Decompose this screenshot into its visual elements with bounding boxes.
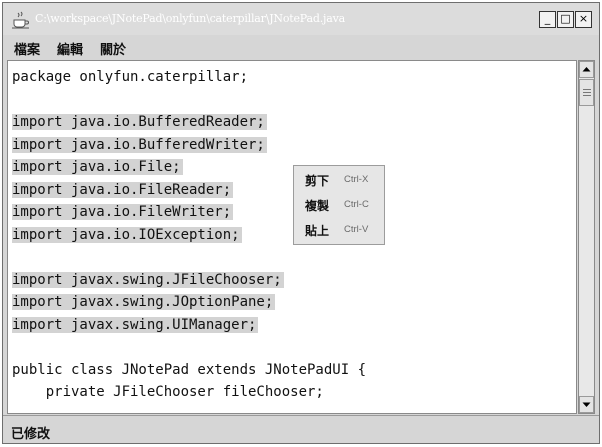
maximize-button[interactable]: □ [557,11,574,28]
code-line-text: package onlyfun.caterpillar; [12,69,249,85]
menu-item-shortcut: Ctrl-V [344,224,369,235]
grip-line [583,92,591,93]
status-text: 已修改 [11,427,51,442]
code-line[interactable] [12,89,368,112]
title-bar[interactable]: C:\workspace\JNotePad\onlyfun\caterpilla… [3,3,599,35]
code-line-text: import java.io.IOException; [12,226,242,243]
grip-line [583,89,591,90]
code-line[interactable]: import java.io.BufferedReader; [12,111,368,134]
java-cup-icon [12,11,29,29]
code-line-text: import java.io.FileWriter; [12,204,234,220]
code-line-text: private JFileChooser fileChooser; [12,384,324,400]
close-button[interactable]: × [575,11,592,28]
text-editor[interactable]: package onlyfun.caterpillar; import java.… [7,60,577,414]
arrow-down-icon [582,402,591,407]
grip-line [583,95,591,96]
scroll-up-button[interactable] [579,61,594,78]
code-line-text: import java.io.BufferedReader; [12,114,267,130]
scroll-down-button[interactable] [579,396,594,413]
minimize-button[interactable]: _ [539,11,556,28]
menu-file[interactable]: 檔案 [14,39,40,58]
context-menu-copy[interactable]: 複製 Ctrl-C [294,193,384,217]
context-menu-paste[interactable]: 貼上 Ctrl-V [294,218,384,242]
vertical-scrollbar[interactable] [578,60,595,414]
context-menu-cut[interactable]: 剪下 Ctrl-X [294,168,384,192]
code-line[interactable] [12,246,368,269]
context-menu: 剪下 Ctrl-X 複製 Ctrl-C 貼上 Ctrl-V [293,165,385,245]
menu-bar: 檔案 編輯 關於 [3,35,599,59]
code-line[interactable]: package onlyfun.caterpillar; [12,66,368,89]
code-line-text: import java.io.File; [12,159,183,175]
menu-item-label: 貼上 [305,224,330,238]
menu-about[interactable]: 關於 [100,39,126,58]
code-line-text: import javax.swing.JFileChooser; [12,271,284,288]
code-line[interactable] [12,336,368,359]
window-title: C:\workspace\JNotePad\onlyfun\caterpilla… [35,12,345,25]
code-line[interactable]: private JFileChooser fileChooser; [12,381,368,404]
code-line[interactable]: import java.io.BufferedWriter; [12,134,368,157]
code-line-text: import java.io.FileReader; [12,181,234,198]
code-line-text: import javax.swing.UIManager; [12,316,259,333]
code-line[interactable]: import javax.swing.UIManager; [12,314,368,337]
code-line[interactable]: public class JNotePad extends JNotePadUI… [12,359,368,382]
menu-item-shortcut: Ctrl-C [344,199,369,210]
menu-edit[interactable]: 編輯 [57,39,83,58]
menu-item-label: 複製 [305,199,330,213]
menu-item-label: 剪下 [305,174,330,188]
code-line[interactable]: import javax.swing.JFileChooser; [12,269,368,292]
code-line-text: import java.io.BufferedWriter; [12,136,267,153]
code-line-text: import javax.swing.JOptionPane; [12,294,276,310]
code-line[interactable]: import javax.swing.JOptionPane; [12,291,368,314]
status-bar: 已修改 [3,415,599,443]
code-line-text: public class JNotePad extends JNotePadUI… [12,361,367,378]
scroll-thumb[interactable] [579,79,594,106]
menu-item-shortcut: Ctrl-X [344,174,369,185]
arrow-up-icon [582,67,591,72]
